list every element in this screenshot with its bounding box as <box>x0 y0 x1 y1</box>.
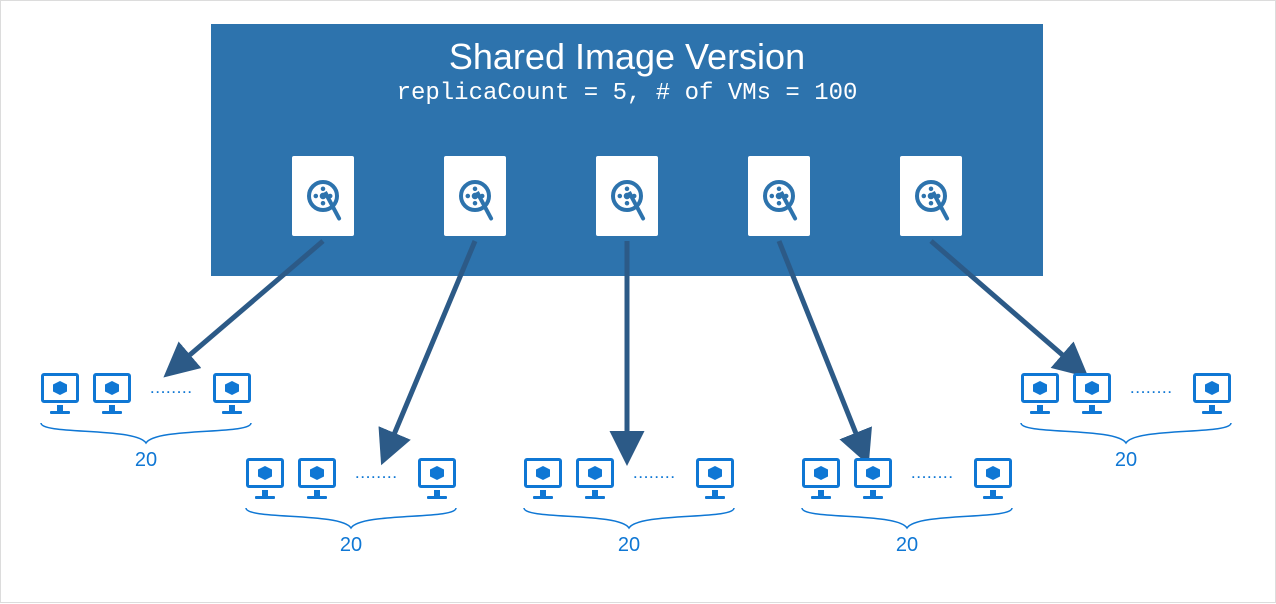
ellipsis: ........ <box>142 382 202 404</box>
disk-icon <box>292 156 354 236</box>
brace <box>1001 421 1251 445</box>
brace <box>504 506 754 530</box>
header-subtitle: replicaCount = 5, # of VMs = 100 <box>211 80 1043 107</box>
replica-disk-row <box>211 156 1043 236</box>
vm-group: ........ 20 <box>782 456 1032 557</box>
vm-group: ........ 20 <box>226 456 476 557</box>
ellipsis: ........ <box>903 467 963 489</box>
vm-icon <box>573 456 617 500</box>
header-title: Shared Image Version <box>211 36 1043 78</box>
diagram-canvas: Shared Image Version replicaCount = 5, #… <box>0 0 1276 603</box>
disk-icon <box>444 156 506 236</box>
vm-group: ........ 20 <box>504 456 754 557</box>
vm-icon <box>38 371 82 415</box>
vm-icon <box>1018 371 1062 415</box>
ellipsis: ........ <box>1122 382 1182 404</box>
disk-icon <box>900 156 962 236</box>
group-count-label: 20 <box>504 534 754 557</box>
vm-icon <box>1070 371 1114 415</box>
vm-icon <box>521 456 565 500</box>
vm-icon <box>210 371 254 415</box>
vm-group: ........ 20 <box>1001 371 1251 472</box>
ellipsis: ........ <box>347 467 407 489</box>
vm-icon <box>971 456 1015 500</box>
vm-icon <box>90 371 134 415</box>
vm-icon <box>415 456 459 500</box>
group-count-label: 20 <box>782 534 1032 557</box>
vm-icon <box>693 456 737 500</box>
vm-icon <box>799 456 843 500</box>
disk-icon <box>596 156 658 236</box>
brace <box>782 506 1032 530</box>
vm-row: ........ <box>1001 371 1251 415</box>
vm-row: ........ <box>782 456 1032 500</box>
vm-icon <box>295 456 339 500</box>
brace <box>21 421 271 445</box>
group-count-label: 20 <box>1001 449 1251 472</box>
shared-image-version-box: Shared Image Version replicaCount = 5, #… <box>211 24 1043 276</box>
brace <box>226 506 476 530</box>
vm-row: ........ <box>226 456 476 500</box>
group-count-label: 20 <box>226 534 476 557</box>
vm-icon <box>1190 371 1234 415</box>
vm-row: ........ <box>21 371 271 415</box>
vm-icon <box>851 456 895 500</box>
disk-icon <box>748 156 810 236</box>
ellipsis: ........ <box>625 467 685 489</box>
vm-row: ........ <box>504 456 754 500</box>
vm-icon <box>243 456 287 500</box>
